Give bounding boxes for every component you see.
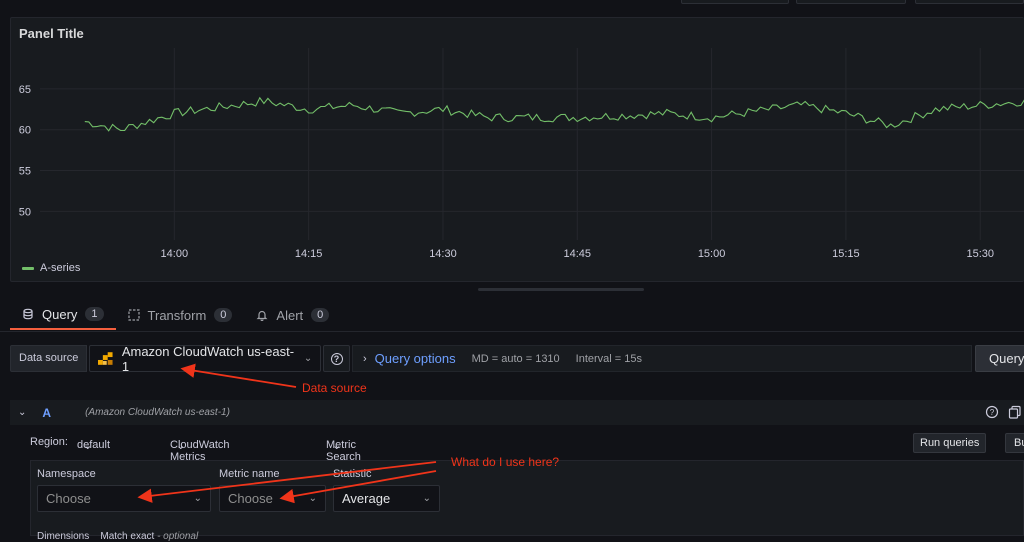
copy-icon[interactable] [1008, 405, 1022, 419]
annotation-datasource: Data source [302, 381, 367, 395]
optional-label: - optional [157, 531, 199, 542]
datasource-help-button[interactable]: ? [323, 345, 350, 372]
y-tick-label-3: 50 [19, 206, 31, 218]
legend-swatch [22, 266, 34, 270]
namespace-label: Namespace [37, 468, 96, 480]
datasource-label: Data source [10, 345, 88, 372]
svg-text:?: ? [990, 408, 995, 417]
query-row-header[interactable]: ⌄ A (Amazon CloudWatch us-east-1) ? [10, 400, 1024, 425]
query-options-title: Query options [374, 351, 456, 366]
tab-alert-label: Alert [276, 307, 304, 323]
query-row-datasource: (Amazon CloudWatch us-east-1) [85, 407, 230, 418]
tab-transform-count: 0 [214, 308, 233, 322]
tab-query-label: Query [42, 306, 78, 322]
database-icon [23, 308, 33, 320]
x-tick-label-0: 14:00 [161, 248, 189, 260]
query-options-interval: Interval = 15s [575, 352, 643, 365]
chevron-down-icon: ⌄ [422, 493, 431, 504]
chevron-down-icon: ⌄ [193, 493, 202, 504]
tab-alert[interactable]: Alert 0 [244, 300, 341, 330]
graph-panel: Panel Title 14:00 14:15 14:30 14:45 15:00 15:… [10, 17, 1024, 282]
tab-transform[interactable]: Transform 0 [116, 300, 245, 330]
metric-name-value: Choose [228, 491, 273, 506]
top-toolbar-button-2[interactable] [796, 0, 906, 4]
chevron-down-icon: ⌄ [308, 493, 317, 504]
chevron-down-icon[interactable]: ⌄ [18, 407, 26, 418]
statistic-label: Statistic [333, 468, 372, 480]
tab-transform-label: Transform [147, 307, 207, 323]
builder-toggle-button[interactable]: Bu [1005, 433, 1024, 453]
panel-resize-handle[interactable] [478, 288, 644, 291]
metric-name-select[interactable]: Choose ⌄ [219, 485, 326, 512]
query-options-bar[interactable]: › Query options MD = auto = 1310 Interva… [352, 345, 972, 372]
chevron-down-icon: ⌄ [170, 440, 186, 452]
y-tick-label-1: 60 [19, 125, 31, 137]
legend-label: A-series [40, 262, 81, 274]
legend-item[interactable]: A-series [22, 262, 80, 274]
run-queries-button[interactable]: Run queries [913, 433, 987, 453]
y-tick-label-0: 65 [19, 84, 31, 96]
datasource-row: Data source Amazon CloudWatch us-east-1 … [10, 343, 322, 374]
x-tick-label-1: 14:15 [295, 248, 323, 260]
query-inspector-button[interactable]: Query [975, 345, 1024, 372]
query-tabs: Query 1 Transform 0 Alert 0 [10, 300, 341, 332]
tab-alert-count: 0 [311, 308, 330, 322]
metric-name-label: Metric name [219, 468, 280, 480]
transform-icon [127, 309, 140, 321]
question-circle-icon[interactable]: ? [985, 405, 999, 419]
datasource-picker[interactable]: Amazon CloudWatch us-east-1 ⌄ [89, 343, 322, 374]
x-tick-label-4: 15:00 [698, 248, 726, 260]
tab-query-count: 1 [85, 307, 104, 321]
question-circle-icon: ? [330, 352, 343, 365]
x-tick-label-2: 14:30 [429, 248, 457, 260]
query-options-md: MD = auto = 1310 [471, 352, 560, 365]
top-toolbar-button-3[interactable] [915, 0, 1024, 4]
chevron-down-icon: ⌄ [77, 440, 93, 452]
tab-query[interactable]: Query 1 [10, 300, 116, 330]
cloudwatch-logo-icon [98, 351, 113, 365]
top-toolbar-button-1[interactable] [681, 0, 789, 4]
namespace-value: Choose [46, 491, 91, 506]
x-tick-label-3: 14:45 [564, 248, 592, 260]
region-row: Region: default ⌄ CloudWatch Metrics ⌄ M… [30, 433, 1024, 463]
x-tick-label-5: 15:15 [832, 248, 860, 260]
chevron-down-icon: ⌄ [303, 353, 313, 364]
series-line-0 [84, 96, 1024, 132]
annotation-question: What do I use here? [451, 455, 560, 469]
metric-query-box: Namespace Choose ⌄ Metric name Choose ⌄ … [30, 460, 1024, 542]
statistic-value: Average [342, 491, 391, 506]
namespace-select[interactable]: Choose ⌄ [37, 485, 211, 512]
statistic-select[interactable]: Average ⌄ [333, 485, 440, 512]
x-tick-label-6: 15:30 [966, 248, 994, 260]
datasource-picker-value: Amazon CloudWatch us-east-1 [121, 343, 295, 374]
y-tick-label-2: 55 [19, 166, 31, 178]
dimensions-row: Dimensions Match exact - optional [37, 531, 198, 542]
time-series-chart: 14:0014:1514:3014:4515:0015:1515:3015:45… [19, 48, 1024, 260]
chevron-down-icon: ⌄ [326, 440, 342, 452]
dimensions-label: Dimensions [37, 531, 90, 542]
region-label: Region: [30, 436, 68, 448]
chevron-right-icon: › [363, 352, 367, 365]
query-ref-id[interactable]: A [42, 406, 51, 420]
bell-icon [256, 310, 268, 321]
match-exact-label: Match exact [100, 531, 155, 542]
